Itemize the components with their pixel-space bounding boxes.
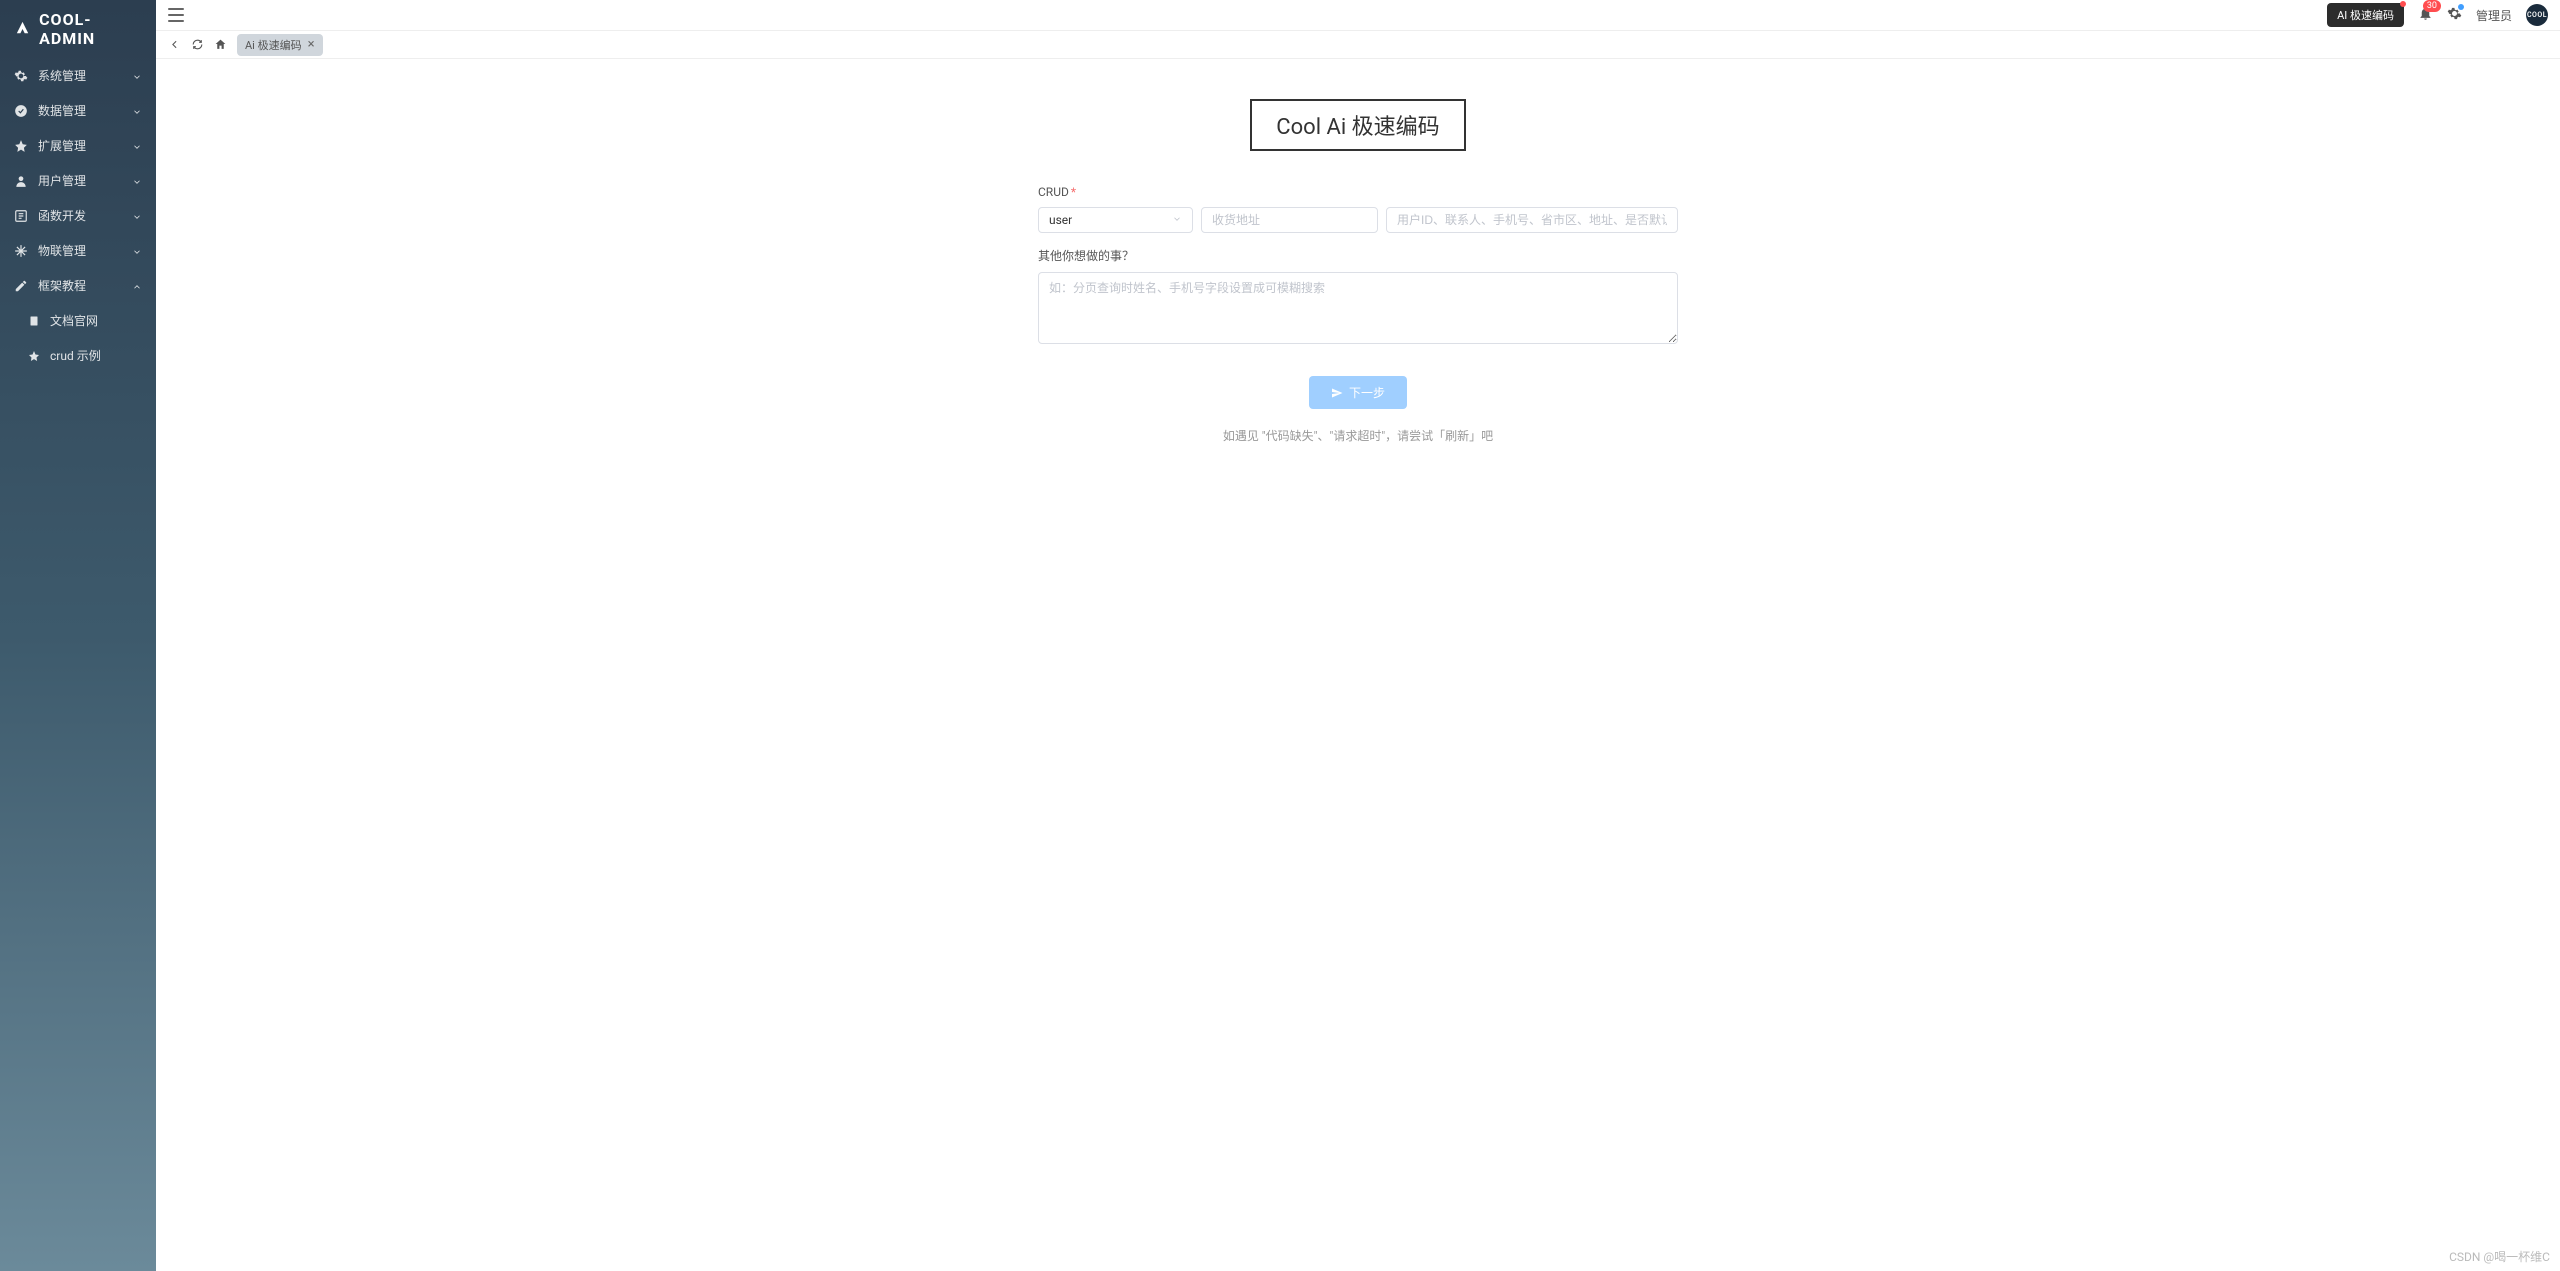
menu-toggle-button[interactable] [168, 8, 184, 22]
tabbar: Ai 极速编码 × [156, 31, 2560, 59]
send-icon [1331, 387, 1343, 399]
sidebar-item-label: 扩展管理 [38, 137, 132, 154]
fields-input[interactable] [1386, 207, 1678, 233]
select-value: user [1049, 213, 1072, 227]
chevron-up-icon [132, 281, 142, 291]
tab-label: Ai 极速编码 [245, 37, 302, 53]
brand-text: COOL-ADMIN [39, 10, 142, 48]
other-textarea[interactable] [1038, 272, 1678, 344]
edit-icon [14, 279, 28, 293]
back-button[interactable] [168, 38, 181, 51]
chevron-down-icon [132, 176, 142, 186]
sidebar-item-user[interactable]: 用户管理 [0, 163, 156, 198]
notification-count: 30 [2423, 0, 2441, 12]
next-button[interactable]: 下一步 [1309, 376, 1407, 409]
check-circle-icon [14, 104, 28, 118]
sidebar-menu: 系统管理 数据管理 扩展管理 用户管理 函数开发 [0, 58, 156, 1271]
avatar[interactable]: COOL [2526, 4, 2548, 26]
sidebar: COOL-ADMIN 系统管理 数据管理 扩展管理 用户管理 [0, 0, 156, 1271]
hint-text: 如遇见 "代码缺失"、"请求超时"，请尝试「刷新」吧 [1038, 427, 1678, 444]
sidebar-item-function[interactable]: 函数开发 [0, 198, 156, 233]
sidebar-item-label: 系统管理 [38, 67, 132, 84]
settings-dot [2458, 4, 2464, 10]
sidebar-item-system[interactable]: 系统管理 [0, 58, 156, 93]
sidebar-item-tutorial[interactable]: 框架教程 [0, 268, 156, 303]
tab-ai-code[interactable]: Ai 极速编码 × [237, 34, 323, 56]
sidebar-item-extension[interactable]: 扩展管理 [0, 128, 156, 163]
user-icon [14, 174, 28, 188]
chevron-down-icon [132, 71, 142, 81]
sidebar-item-label: 物联管理 [38, 242, 132, 259]
crud-label: CRUD* [1038, 185, 1678, 199]
star-icon [14, 139, 28, 153]
sidebar-item-iot[interactable]: 物联管理 [0, 233, 156, 268]
brand-logo[interactable]: COOL-ADMIN [0, 0, 156, 58]
brand-icon [14, 20, 31, 38]
doc-icon [28, 315, 40, 327]
ai-code-button[interactable]: AI 极速编码 [2327, 3, 2404, 27]
watermark: CSDN @喝一杯维C [2449, 1248, 2550, 1265]
chevron-down-icon [132, 246, 142, 256]
content-area: Cool Ai 极速编码 CRUD* user 其他你想做的事？ [156, 59, 2560, 1271]
settings-button[interactable] [2447, 6, 2462, 25]
chevron-down-icon [132, 211, 142, 221]
sidebar-subitem-docs[interactable]: 文档官网 [0, 303, 156, 338]
star-icon [28, 350, 40, 362]
notification-button[interactable]: 30 [2418, 6, 2433, 25]
entity-select[interactable]: user [1038, 207, 1193, 233]
topbar: AI 极速编码 30 管理员 COOL [156, 0, 2560, 31]
refresh-button[interactable] [191, 38, 204, 51]
page-title: Cool Ai 极速编码 [1250, 99, 1465, 151]
sidebar-item-label: crud 示例 [50, 347, 142, 364]
chevron-down-icon [132, 141, 142, 151]
sidebar-item-label: 函数开发 [38, 207, 132, 224]
module-name-input[interactable] [1201, 207, 1378, 233]
home-button[interactable] [214, 38, 227, 51]
chevron-down-icon [132, 106, 142, 116]
function-icon [14, 209, 28, 223]
chevron-down-icon [1172, 213, 1182, 227]
other-label: 其他你想做的事？ [1038, 247, 1678, 264]
sidebar-item-label: 数据管理 [38, 102, 132, 119]
sidebar-item-label: 框架教程 [38, 277, 132, 294]
tab-close-icon[interactable]: × [308, 38, 315, 51]
snowflake-icon [14, 244, 28, 258]
sidebar-item-label: 用户管理 [38, 172, 132, 189]
gear-icon [14, 69, 28, 83]
sidebar-item-label: 文档官网 [50, 312, 142, 329]
username-label: 管理员 [2476, 7, 2512, 24]
sidebar-item-data[interactable]: 数据管理 [0, 93, 156, 128]
sidebar-subitem-crud[interactable]: crud 示例 [0, 338, 156, 373]
